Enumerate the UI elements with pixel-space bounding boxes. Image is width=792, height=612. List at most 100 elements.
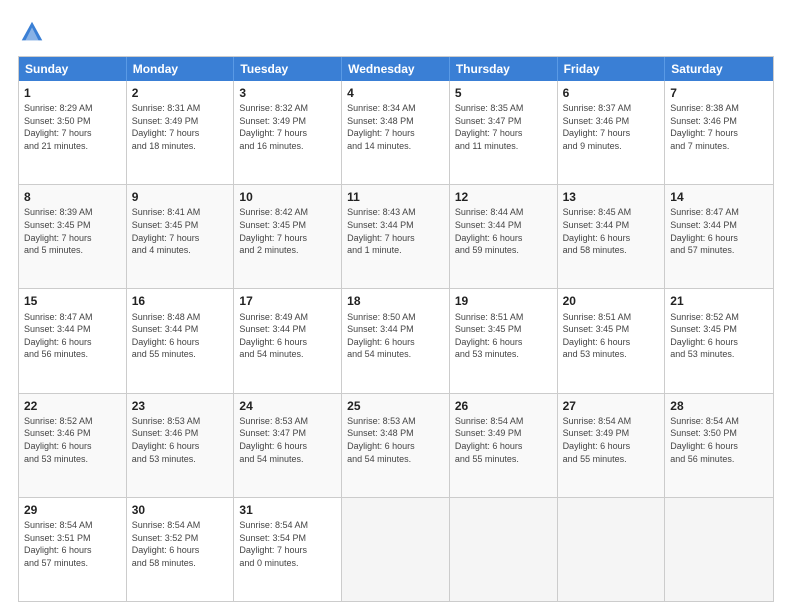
calendar-cell: 14Sunrise: 8:47 AM Sunset: 3:44 PM Dayli… xyxy=(665,185,773,288)
cal-header-cell: Saturday xyxy=(665,57,773,81)
calendar-header: SundayMondayTuesdayWednesdayThursdayFrid… xyxy=(19,57,773,81)
calendar-cell: 26Sunrise: 8:54 AM Sunset: 3:49 PM Dayli… xyxy=(450,394,558,497)
cell-info: Sunrise: 8:31 AM Sunset: 3:49 PM Dayligh… xyxy=(132,102,229,152)
day-number: 4 xyxy=(347,85,444,101)
day-number: 25 xyxy=(347,398,444,414)
cell-info: Sunrise: 8:49 AM Sunset: 3:44 PM Dayligh… xyxy=(239,311,336,361)
day-number: 20 xyxy=(563,293,660,309)
day-number: 16 xyxy=(132,293,229,309)
day-number: 9 xyxy=(132,189,229,205)
calendar-cell: 16 Sunrise: 8:48 AM Sunset: 3:44 PM Dayli… xyxy=(127,289,235,392)
calendar-row: 1Sunrise: 8:29 AM Sunset: 3:50 PM Daylig… xyxy=(19,81,773,184)
day-number: 2 xyxy=(132,85,229,101)
cell-info: Sunrise: 8:53 AM Sunset: 3:46 PM Dayligh… xyxy=(132,415,229,465)
cell-info: Sunrise: 8:54 AM Sunset: 3:49 PM Dayligh… xyxy=(563,415,660,465)
day-number: 10 xyxy=(239,189,336,205)
day-number: 8 xyxy=(24,189,121,205)
cell-info: Sunrise: 8:37 AM Sunset: 3:46 PM Dayligh… xyxy=(563,102,660,152)
cell-info: Sunrise: 8:29 AM Sunset: 3:50 PM Dayligh… xyxy=(24,102,121,152)
calendar-row: 8Sunrise: 8:39 AM Sunset: 3:45 PM Daylig… xyxy=(19,184,773,288)
calendar-cell: 6Sunrise: 8:37 AM Sunset: 3:46 PM Daylig… xyxy=(558,81,666,184)
calendar-cell: 3Sunrise: 8:32 AM Sunset: 3:49 PM Daylig… xyxy=(234,81,342,184)
calendar-cell: 27Sunrise: 8:54 AM Sunset: 3:49 PM Dayli… xyxy=(558,394,666,497)
calendar-cell xyxy=(558,498,666,601)
cell-info: Sunrise: 8:51 AM Sunset: 3:45 PM Dayligh… xyxy=(563,311,660,361)
calendar-cell: 15 Sunrise: 8:47 AM Sunset: 3:44 PM Dayli… xyxy=(19,289,127,392)
cal-header-cell: Monday xyxy=(127,57,235,81)
day-number: 29 xyxy=(24,502,121,518)
cell-info: Sunrise: 8:53 AM Sunset: 3:48 PM Dayligh… xyxy=(347,415,444,465)
day-number: 14 xyxy=(670,189,768,205)
calendar-body: 1Sunrise: 8:29 AM Sunset: 3:50 PM Daylig… xyxy=(19,81,773,601)
day-number: 24 xyxy=(239,398,336,414)
day-number: 26 xyxy=(455,398,552,414)
calendar-cell: 18Sunrise: 8:50 AM Sunset: 3:44 PM Dayli… xyxy=(342,289,450,392)
cell-info: Sunrise: 8:54 AM Sunset: 3:51 PM Dayligh… xyxy=(24,519,121,569)
cell-info: Sunrise: 8:34 AM Sunset: 3:48 PM Dayligh… xyxy=(347,102,444,152)
day-number: 19 xyxy=(455,293,552,309)
day-number: 23 xyxy=(132,398,229,414)
calendar-cell: 20 Sunrise: 8:51 AM Sunset: 3:45 PM Dayli… xyxy=(558,289,666,392)
day-number: 31 xyxy=(239,502,336,518)
calendar-cell: 13Sunrise: 8:45 AM Sunset: 3:44 PM Dayli… xyxy=(558,185,666,288)
calendar-cell: 23Sunrise: 8:53 AM Sunset: 3:46 PM Dayli… xyxy=(127,394,235,497)
day-number: 3 xyxy=(239,85,336,101)
cell-info: Sunrise: 8:52 AM Sunset: 3:45 PM Dayligh… xyxy=(670,311,768,361)
cell-info: Sunrise: 8:47 AM Sunset: 3:44 PM Dayligh… xyxy=(24,311,121,361)
calendar-cell: 17 Sunrise: 8:49 AM Sunset: 3:44 PM Dayli… xyxy=(234,289,342,392)
cell-info: Sunrise: 8:53 AM Sunset: 3:47 PM Dayligh… xyxy=(239,415,336,465)
calendar-cell: 21Sunrise: 8:52 AM Sunset: 3:45 PM Dayli… xyxy=(665,289,773,392)
cal-header-cell: Thursday xyxy=(450,57,558,81)
cell-info: Sunrise: 8:38 AM Sunset: 3:46 PM Dayligh… xyxy=(670,102,768,152)
cell-info: Sunrise: 8:44 AM Sunset: 3:44 PM Dayligh… xyxy=(455,206,552,256)
day-number: 1 xyxy=(24,85,121,101)
calendar-cell: 30Sunrise: 8:54 AM Sunset: 3:52 PM Dayli… xyxy=(127,498,235,601)
day-number: 28 xyxy=(670,398,768,414)
cell-info: Sunrise: 8:42 AM Sunset: 3:45 PM Dayligh… xyxy=(239,206,336,256)
cal-header-cell: Friday xyxy=(558,57,666,81)
day-number: 6 xyxy=(563,85,660,101)
cell-info: Sunrise: 8:35 AM Sunset: 3:47 PM Dayligh… xyxy=(455,102,552,152)
cell-info: Sunrise: 8:51 AM Sunset: 3:45 PM Dayligh… xyxy=(455,311,552,361)
cal-header-cell: Sunday xyxy=(19,57,127,81)
calendar-cell: 25Sunrise: 8:53 AM Sunset: 3:48 PM Dayli… xyxy=(342,394,450,497)
day-number: 27 xyxy=(563,398,660,414)
calendar-cell xyxy=(665,498,773,601)
logo xyxy=(18,18,50,46)
day-number: 17 xyxy=(239,293,336,309)
cell-info: Sunrise: 8:45 AM Sunset: 3:44 PM Dayligh… xyxy=(563,206,660,256)
day-number: 7 xyxy=(670,85,768,101)
calendar-cell: 24Sunrise: 8:53 AM Sunset: 3:47 PM Dayli… xyxy=(234,394,342,497)
cell-info: Sunrise: 8:54 AM Sunset: 3:49 PM Dayligh… xyxy=(455,415,552,465)
calendar-cell: 12Sunrise: 8:44 AM Sunset: 3:44 PM Dayli… xyxy=(450,185,558,288)
cell-info: Sunrise: 8:54 AM Sunset: 3:50 PM Dayligh… xyxy=(670,415,768,465)
day-number: 22 xyxy=(24,398,121,414)
calendar-cell: 1Sunrise: 8:29 AM Sunset: 3:50 PM Daylig… xyxy=(19,81,127,184)
cell-info: Sunrise: 8:41 AM Sunset: 3:45 PM Dayligh… xyxy=(132,206,229,256)
calendar-cell: 19 Sunrise: 8:51 AM Sunset: 3:45 PM Dayli… xyxy=(450,289,558,392)
calendar: SundayMondayTuesdayWednesdayThursdayFrid… xyxy=(18,56,774,602)
calendar-cell: 29Sunrise: 8:54 AM Sunset: 3:51 PM Dayli… xyxy=(19,498,127,601)
calendar-cell: 28Sunrise: 8:54 AM Sunset: 3:50 PM Dayli… xyxy=(665,394,773,497)
day-number: 12 xyxy=(455,189,552,205)
calendar-cell: 2Sunrise: 8:31 AM Sunset: 3:49 PM Daylig… xyxy=(127,81,235,184)
calendar-cell xyxy=(450,498,558,601)
calendar-cell xyxy=(342,498,450,601)
day-number: 30 xyxy=(132,502,229,518)
calendar-cell: 11Sunrise: 8:43 AM Sunset: 3:44 PM Dayli… xyxy=(342,185,450,288)
calendar-cell: 22Sunrise: 8:52 AM Sunset: 3:46 PM Dayli… xyxy=(19,394,127,497)
calendar-row: 29Sunrise: 8:54 AM Sunset: 3:51 PM Dayli… xyxy=(19,497,773,601)
day-number: 15 xyxy=(24,293,121,309)
calendar-cell: 7Sunrise: 8:38 AM Sunset: 3:46 PM Daylig… xyxy=(665,81,773,184)
cell-info: Sunrise: 8:39 AM Sunset: 3:45 PM Dayligh… xyxy=(24,206,121,256)
calendar-cell: 4Sunrise: 8:34 AM Sunset: 3:48 PM Daylig… xyxy=(342,81,450,184)
cell-info: Sunrise: 8:50 AM Sunset: 3:44 PM Dayligh… xyxy=(347,311,444,361)
cell-info: Sunrise: 8:52 AM Sunset: 3:46 PM Dayligh… xyxy=(24,415,121,465)
cal-header-cell: Wednesday xyxy=(342,57,450,81)
day-number: 5 xyxy=(455,85,552,101)
cell-info: Sunrise: 8:48 AM Sunset: 3:44 PM Dayligh… xyxy=(132,311,229,361)
cell-info: Sunrise: 8:54 AM Sunset: 3:52 PM Dayligh… xyxy=(132,519,229,569)
calendar-cell: 31Sunrise: 8:54 AM Sunset: 3:54 PM Dayli… xyxy=(234,498,342,601)
cell-info: Sunrise: 8:43 AM Sunset: 3:44 PM Dayligh… xyxy=(347,206,444,256)
calendar-cell: 8Sunrise: 8:39 AM Sunset: 3:45 PM Daylig… xyxy=(19,185,127,288)
